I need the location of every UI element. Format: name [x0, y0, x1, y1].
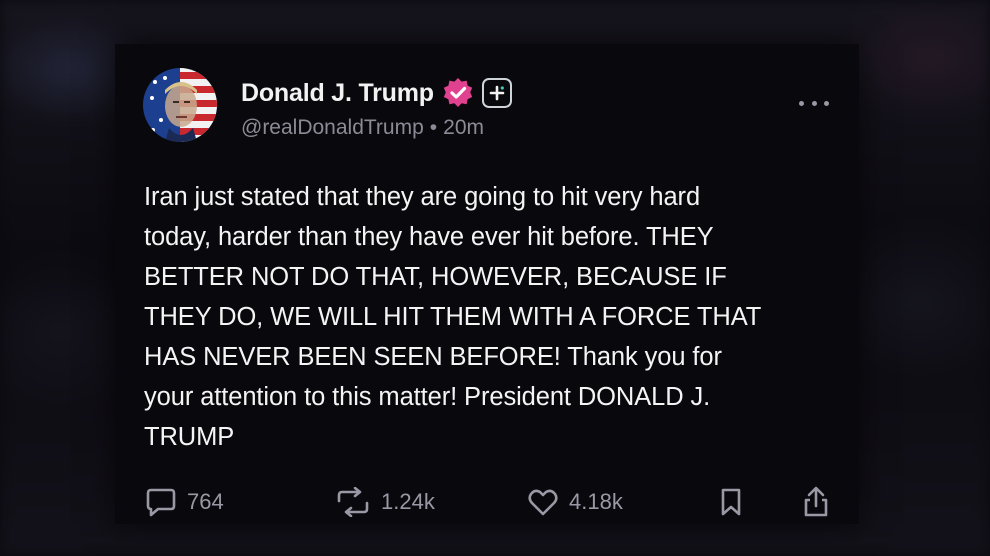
share-icon: [804, 486, 828, 517]
like-count: 4.18k: [569, 489, 623, 514]
follow-button[interactable]: [481, 78, 512, 108]
reply-count: 764: [187, 489, 224, 514]
like-icon: [528, 489, 558, 516]
bookmark-button[interactable]: [719, 484, 743, 520]
post-text: Iran just stated that they are going to …: [144, 183, 762, 451]
timestamp: 20m: [443, 116, 484, 139]
repost-button[interactable]: 1.24k: [335, 484, 435, 520]
share-button[interactable]: [801, 484, 831, 520]
display-name[interactable]: Donald J. Trump: [241, 79, 434, 108]
more-dot: [811, 100, 817, 106]
avatar[interactable]: [143, 68, 217, 142]
plus-icon: [489, 85, 505, 101]
verified-badge-icon: [443, 78, 473, 107]
avatar-image: [143, 68, 217, 142]
reply-button[interactable]: 764: [145, 484, 224, 520]
repost-icon: [337, 487, 369, 517]
post-card: Donald J. Trump @realDonaldTrump • 20m I…: [115, 44, 859, 524]
bookmark-icon: [721, 488, 741, 516]
handle-row: @realDonaldTrump • 20m: [241, 116, 484, 140]
action-bar: 764 1.24k 4.18k: [145, 484, 835, 520]
author-row: Donald J. Trump: [241, 76, 512, 110]
handle[interactable]: @realDonaldTrump: [241, 116, 424, 140]
reply-icon: [146, 488, 176, 517]
more-icon[interactable]: [799, 96, 829, 110]
like-button[interactable]: 4.18k: [527, 484, 623, 520]
more-dot: [824, 100, 829, 106]
repost-count: 1.24k: [381, 489, 435, 514]
separator-dot: •: [429, 116, 438, 139]
more-dot: [799, 100, 804, 106]
